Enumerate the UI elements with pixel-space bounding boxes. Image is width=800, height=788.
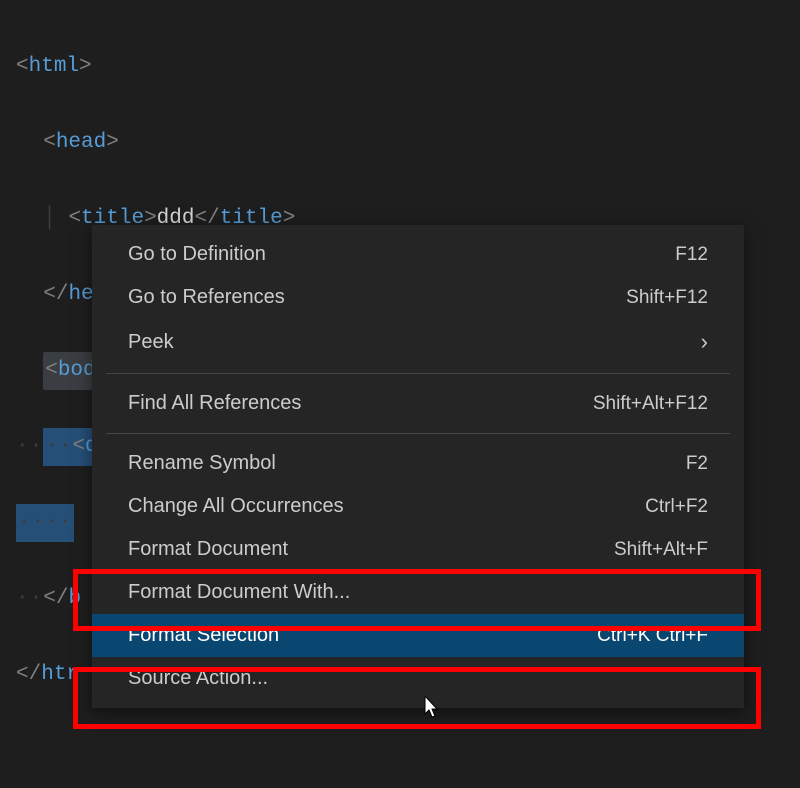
menu-label: Format Selection bbox=[128, 624, 279, 647]
menu-separator bbox=[106, 373, 730, 374]
code-line-2: <head> bbox=[16, 124, 427, 162]
menu-find-all-references[interactable]: Find All References Shift+Alt+F12 bbox=[92, 382, 744, 425]
menu-change-all-occurrences[interactable]: Change All Occurrences Ctrl+F2 bbox=[92, 485, 744, 528]
menu-shortcut: F12 bbox=[675, 244, 708, 266]
menu-source-action[interactable]: Source Action... bbox=[92, 657, 744, 700]
menu-label: Go to References bbox=[128, 286, 285, 309]
menu-shortcut: Shift+Alt+F12 bbox=[593, 393, 708, 415]
menu-shortcut: Shift+Alt+F bbox=[614, 539, 708, 561]
menu-rename-symbol[interactable]: Rename Symbol F2 bbox=[92, 442, 744, 485]
menu-shortcut: Ctrl+K Ctrl+F bbox=[597, 625, 708, 647]
menu-label: Find All References bbox=[128, 392, 301, 415]
menu-label: Change All Occurrences bbox=[128, 495, 344, 518]
chevron-right-icon: › bbox=[701, 329, 708, 355]
context-menu: Go to Definition F12 Go to References Sh… bbox=[92, 225, 744, 708]
menu-label: Rename Symbol bbox=[128, 452, 276, 475]
menu-label: Source Action... bbox=[128, 667, 268, 690]
menu-format-document-with[interactable]: Format Document With... bbox=[92, 571, 744, 614]
menu-label: Peek bbox=[128, 331, 174, 354]
menu-format-selection[interactable]: Format Selection Ctrl+K Ctrl+F bbox=[92, 614, 744, 657]
menu-shortcut: F2 bbox=[686, 453, 708, 475]
menu-label: Format Document With... bbox=[128, 581, 350, 604]
menu-shortcut: Ctrl+F2 bbox=[645, 496, 708, 518]
menu-peek[interactable]: Peek › bbox=[92, 319, 744, 365]
menu-label: Go to Definition bbox=[128, 243, 266, 266]
code-line-1: <html> bbox=[16, 48, 427, 86]
menu-format-document[interactable]: Format Document Shift+Alt+F bbox=[92, 528, 744, 571]
menu-go-to-references[interactable]: Go to References Shift+F12 bbox=[92, 276, 744, 319]
menu-shortcut: Shift+F12 bbox=[626, 287, 708, 309]
menu-go-to-definition[interactable]: Go to Definition F12 bbox=[92, 233, 744, 276]
menu-label: Format Document bbox=[128, 538, 288, 561]
menu-separator bbox=[106, 433, 730, 434]
